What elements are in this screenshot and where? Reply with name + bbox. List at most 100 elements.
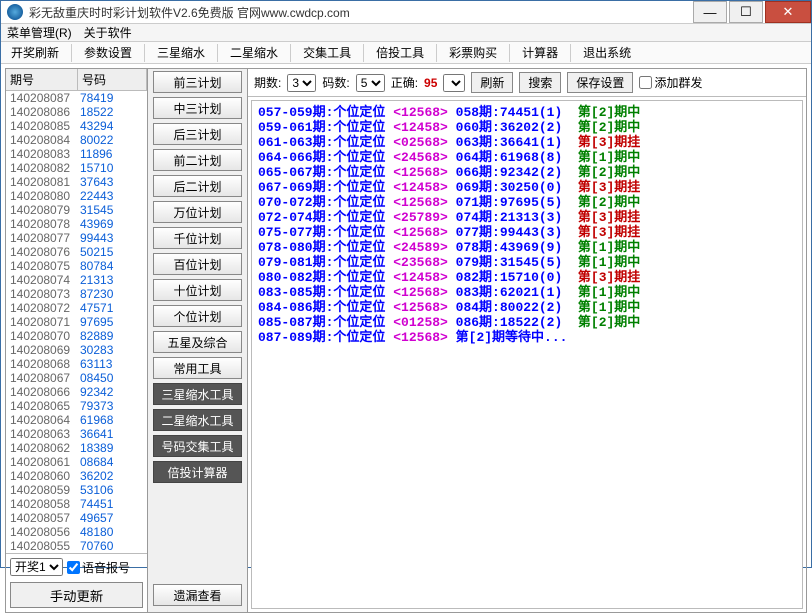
periods-select[interactable]: 3: [287, 74, 316, 92]
toolbar-3[interactable]: 二星缩水: [228, 42, 280, 63]
result-line: 061-063期:个位定位 <02568> 063期:36641(1) 第[3]…: [258, 135, 796, 150]
label-correct: 正确:: [391, 74, 418, 91]
voice-checkbox[interactable]: 语音报号: [67, 559, 130, 576]
search-button[interactable]: 搜索: [519, 72, 561, 93]
correct-select[interactable]: [443, 74, 465, 92]
plan-button[interactable]: 前三计划: [153, 71, 242, 93]
result-line: 079-081期:个位定位 <23568> 079期:31545(5) 第[1]…: [258, 255, 796, 270]
list-row[interactable]: 14020807843969: [6, 217, 147, 231]
correct-value: 95: [424, 76, 437, 90]
toolbar-1[interactable]: 参数设置: [82, 42, 134, 63]
plan-button[interactable]: 前二计划: [153, 149, 242, 171]
list-row[interactable]: 14020808137643: [6, 175, 147, 189]
app-window: 彩无敌重庆时时彩计划软件V2.6免费版 官网www.cwdcp.com — ☐ …: [0, 0, 812, 568]
result-line: 078-080期:个位定位 <24589> 078期:43969(9) 第[1]…: [258, 240, 796, 255]
list-row[interactable]: 14020806708450: [6, 371, 147, 385]
codes-select[interactable]: 5: [356, 74, 385, 92]
window-title: 彩无敌重庆时时彩计划软件V2.6免费版 官网www.cwdcp.com: [29, 4, 691, 21]
list-row[interactable]: 14020808311896: [6, 147, 147, 161]
result-line: 084-086期:个位定位 <12568> 084期:80022(2) 第[1]…: [258, 300, 796, 315]
refresh-button[interactable]: 刷新: [471, 72, 513, 93]
toolbar: 开奖刷新参数设置三星缩水二星缩水交集工具倍投工具彩票购买计算器退出系统: [1, 42, 811, 64]
list-row[interactable]: 14020806218389: [6, 441, 147, 455]
list-row[interactable]: 14020808022443: [6, 189, 147, 203]
list-row[interactable]: 14020806930283: [6, 343, 147, 357]
result-line: 085-087期:个位定位 <01258> 086期:18522(2) 第[2]…: [258, 315, 796, 330]
tool-button[interactable]: 倍投计算器: [153, 461, 242, 483]
plan-button[interactable]: 常用工具: [153, 357, 242, 379]
list-row[interactable]: 14020805749657: [6, 511, 147, 525]
toolbar-7[interactable]: 计算器: [520, 42, 560, 63]
result-line: 087-089期:个位定位 <12568> 第[2]期等待中...: [258, 330, 796, 345]
draw-select[interactable]: 开奖1: [10, 558, 63, 576]
list-row[interactable]: 14020805953106: [6, 483, 147, 497]
list-row[interactable]: 14020808778419: [6, 91, 147, 105]
tool-button[interactable]: 号码交集工具: [153, 435, 242, 457]
list-row[interactable]: 14020808480022: [6, 133, 147, 147]
maximize-button[interactable]: ☐: [729, 1, 763, 23]
filter-bar: 期数: 3 码数: 5 正确: 95 刷新 搜索 保存设置 添加群发: [248, 69, 806, 97]
add-broadcast-checkbox[interactable]: 添加群发: [639, 74, 702, 91]
toolbar-5[interactable]: 倍投工具: [374, 42, 426, 63]
left-panel: 期号 号码 1402080877841914020808618522140208…: [6, 69, 148, 612]
titlebar: 彩无敌重庆时时彩计划软件V2.6免费版 官网www.cwdcp.com — ☐ …: [1, 1, 811, 24]
list-row[interactable]: 14020807580784: [6, 259, 147, 273]
list-row[interactable]: 14020807421313: [6, 273, 147, 287]
list-row[interactable]: 14020808215710: [6, 161, 147, 175]
miss-view-button[interactable]: 遗漏查看: [153, 584, 242, 606]
manual-refresh-button[interactable]: 手动更新: [10, 582, 143, 608]
save-settings-button[interactable]: 保存设置: [567, 72, 633, 93]
plan-button[interactable]: 个位计划: [153, 305, 242, 327]
list-row[interactable]: 14020807247571: [6, 301, 147, 315]
tool-button[interactable]: 三星缩水工具: [153, 383, 242, 405]
list-row[interactable]: 14020807931545: [6, 203, 147, 217]
plan-button[interactable]: 后三计划: [153, 123, 242, 145]
app-icon: [7, 4, 23, 20]
toolbar-2[interactable]: 三星缩水: [155, 42, 207, 63]
list-row[interactable]: 14020806863113: [6, 357, 147, 371]
result-line: 075-077期:个位定位 <12568> 077期:99443(3) 第[3]…: [258, 225, 796, 240]
menu-about[interactable]: 关于软件: [84, 24, 132, 41]
list-row[interactable]: 14020807650215: [6, 245, 147, 259]
close-button[interactable]: ✕: [765, 1, 811, 23]
toolbar-4[interactable]: 交集工具: [301, 42, 353, 63]
results-area[interactable]: 057-059期:个位定位 <12568> 058期:74451(1) 第[2]…: [251, 100, 803, 609]
list-row[interactable]: 14020807799443: [6, 231, 147, 245]
list-row[interactable]: 14020806692342: [6, 385, 147, 399]
toolbar-0[interactable]: 开奖刷新: [9, 42, 61, 63]
right-panel: 期数: 3 码数: 5 正确: 95 刷新 搜索 保存设置 添加群发 057-0…: [248, 69, 806, 612]
list-row[interactable]: 14020807082889: [6, 329, 147, 343]
result-line: 080-082期:个位定位 <12458> 082期:15710(0) 第[3]…: [258, 270, 796, 285]
list-row[interactable]: 14020805874451: [6, 497, 147, 511]
list-row[interactable]: 14020805648180: [6, 525, 147, 539]
result-line: 064-066期:个位定位 <24568> 064期:61968(8) 第[1]…: [258, 150, 796, 165]
list-row[interactable]: 14020806336641: [6, 427, 147, 441]
list-row[interactable]: 14020806461968: [6, 413, 147, 427]
plan-button[interactable]: 十位计划: [153, 279, 242, 301]
result-line: 070-072期:个位定位 <12568> 071期:97695(5) 第[2]…: [258, 195, 796, 210]
list-row[interactable]: 14020806579373: [6, 399, 147, 413]
result-line: 067-069期:个位定位 <12458> 069期:30250(0) 第[3]…: [258, 180, 796, 195]
toolbar-8[interactable]: 退出系统: [581, 42, 633, 63]
minimize-button[interactable]: —: [693, 1, 727, 23]
plan-button[interactable]: 中三计划: [153, 97, 242, 119]
plan-button[interactable]: 万位计划: [153, 201, 242, 223]
list-row[interactable]: 14020807387230: [6, 287, 147, 301]
list-row[interactable]: 14020806108684: [6, 455, 147, 469]
plan-button[interactable]: 后二计划: [153, 175, 242, 197]
plan-button[interactable]: 千位计划: [153, 227, 242, 249]
list-row[interactable]: 14020805570760: [6, 539, 147, 553]
list-row[interactable]: 14020808618522: [6, 105, 147, 119]
result-line: 059-061期:个位定位 <12458> 060期:36202(2) 第[2]…: [258, 120, 796, 135]
list-row[interactable]: 14020808543294: [6, 119, 147, 133]
menu-manage[interactable]: 菜单管理(R): [7, 24, 72, 41]
plan-button[interactable]: 五星及综合: [153, 331, 242, 353]
toolbar-6[interactable]: 彩票购买: [447, 42, 499, 63]
result-line: 065-067期:个位定位 <12568> 066期:92342(2) 第[2]…: [258, 165, 796, 180]
draw-list[interactable]: 1402080877841914020808618522140208085432…: [6, 91, 147, 553]
list-row[interactable]: 14020807197695: [6, 315, 147, 329]
list-row[interactable]: 14020806036202: [6, 469, 147, 483]
label-codes: 码数:: [322, 74, 349, 91]
tool-button[interactable]: 二星缩水工具: [153, 409, 242, 431]
plan-button[interactable]: 百位计划: [153, 253, 242, 275]
